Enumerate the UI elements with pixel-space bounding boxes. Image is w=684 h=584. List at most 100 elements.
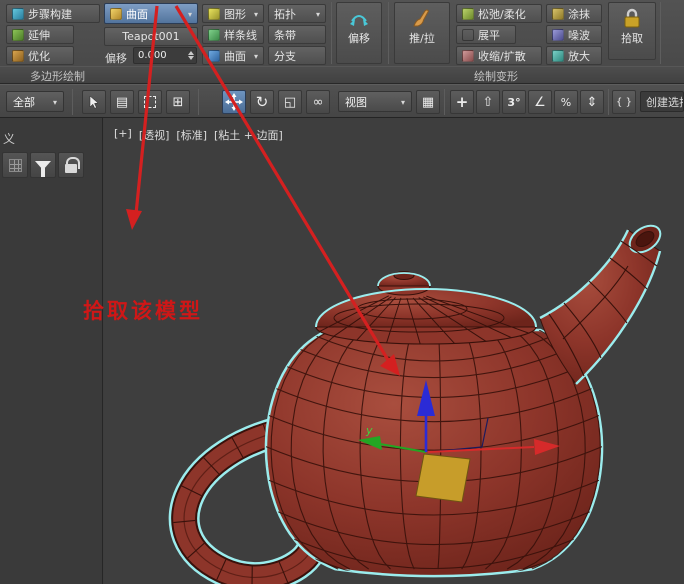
chevron-down-icon [401, 95, 405, 108]
selection-lock-toggle[interactable]: ⇧ [476, 90, 500, 114]
select-and-move-button[interactable] [222, 90, 246, 114]
spline-icon [208, 29, 220, 41]
surface-tool-icon [208, 50, 220, 62]
grid-icon [9, 159, 22, 172]
angle-snap-icon: ∠ [534, 95, 546, 110]
move-icon [225, 93, 243, 111]
rotate-icon: ↻ [256, 93, 269, 111]
named-selection-sets-button[interactable]: { } [612, 90, 636, 114]
toolbar-separator [608, 89, 609, 115]
reference-coordinate-dropdown[interactable]: 视图 [338, 91, 412, 112]
step-build-button[interactable]: 步骤构建 [6, 4, 100, 23]
marquee-rect-icon [144, 96, 156, 108]
snap-3d-icon: 3° [507, 96, 520, 109]
extend-button[interactable]: 延伸 [6, 25, 74, 44]
lock-selection-button[interactable] [58, 152, 84, 178]
viewport[interactable]: [+] [透视] [标准] [粘土 + 边面] y [104, 118, 684, 584]
lock-icon [65, 164, 77, 173]
up-arrow-icon: ⇧ [483, 95, 494, 110]
select-object-button[interactable] [82, 90, 106, 114]
paint-deform-panel-title: 绘制变形 [474, 68, 518, 84]
selection-filter-dropdown[interactable]: 全部 [6, 91, 64, 112]
list-icon: ▤ [116, 95, 128, 110]
branch-button[interactable]: 分支 [268, 46, 326, 65]
chevron-down-icon[interactable] [254, 49, 258, 62]
viewport-menu-shading[interactable]: [粘土 + 边面] [214, 127, 283, 143]
lock-icon [622, 7, 642, 29]
topology-button[interactable]: 拓扑 [268, 4, 326, 23]
chevron-down-icon[interactable] [316, 7, 320, 20]
teapot-model[interactable]: y [104, 118, 684, 584]
ribbon: 步骤构建 延伸 优化 曲面 Teapot001 偏移 0.000 图形 样条线 … [0, 0, 684, 84]
select-and-scale-button[interactable]: ◱ [278, 90, 302, 114]
selection-filter-button[interactable] [30, 152, 56, 178]
use-center-button[interactable]: ▦ [416, 90, 440, 114]
relax-soften-button[interactable]: 松弛/柔化 [456, 4, 542, 23]
spline-button[interactable]: 样条线 [202, 25, 264, 44]
3dsmax-window: { "ribbon": { "polydraw": { "title": "多边… [0, 0, 684, 584]
panel-titlebar [0, 66, 684, 83]
shape-button[interactable]: 图形 [202, 4, 264, 23]
spinner-arrows-icon[interactable] [188, 51, 194, 60]
viewport-menu-plus[interactable]: [+] [114, 127, 132, 143]
crossing-icon: ⊞ [173, 95, 184, 110]
push-pull-button[interactable]: 推/拉 [394, 2, 450, 64]
pinch-icon [462, 50, 474, 62]
exaggerate-button[interactable]: 放大 [546, 46, 602, 65]
noise-icon [552, 29, 564, 41]
extend-icon [12, 29, 24, 41]
flatten-button[interactable]: 展平 [456, 25, 516, 44]
pick-button[interactable]: 拾取 [608, 2, 656, 60]
panel-separator [660, 2, 661, 64]
shift-brush-button[interactable]: 偏移 [336, 2, 382, 64]
link-icon: ∞ [313, 95, 324, 110]
chevron-down-icon[interactable] [254, 7, 258, 20]
surface-tool-button[interactable]: 曲面 [202, 46, 264, 65]
viewport-menu-view[interactable]: [透视] [139, 127, 170, 143]
viewport-label: [+] [透视] [标准] [粘土 + 边面] [114, 127, 283, 143]
smudge-icon [552, 8, 564, 20]
funnel-icon [35, 161, 51, 170]
spinner-snap-icon: ⇕ [587, 95, 598, 110]
main-toolbar: 全部 ▤ ⊞ ↻ ◱ ∞ 视图 ▦ + [0, 84, 684, 118]
angle-snap-toggle[interactable]: ∠ [528, 90, 552, 114]
cursor-icon [87, 95, 101, 109]
svg-text:y: y [365, 424, 373, 437]
select-by-name-button[interactable]: ▤ [110, 90, 134, 114]
exaggerate-icon [552, 50, 564, 62]
panel-separator [331, 2, 332, 64]
display-grid-button[interactable] [2, 152, 28, 178]
optimize-button[interactable]: 优化 [6, 46, 74, 65]
noise-button[interactable]: 噪波 [546, 25, 602, 44]
select-and-rotate-button[interactable]: ↻ [250, 90, 274, 114]
pinch-spread-button[interactable]: 收缩/扩散 [456, 46, 542, 65]
picked-object-name[interactable]: Teapot001 [104, 27, 198, 46]
named-selection-field[interactable]: 创建选择 [640, 91, 684, 112]
select-and-link-button[interactable]: ∞ [306, 90, 330, 114]
shift-arrows-icon [348, 7, 370, 29]
left-sidebar: 义 [0, 118, 103, 584]
grid-icon: ▦ [422, 95, 434, 110]
toolbar-separator [72, 89, 73, 115]
rectangular-selection-button[interactable] [138, 90, 162, 114]
snap-3d-toggle[interactable]: 3° [502, 90, 526, 114]
window-crossing-toggle[interactable]: ⊞ [166, 90, 190, 114]
spinner-snap-toggle[interactable]: ⇕ [580, 90, 604, 114]
smudge-button[interactable]: 涂抹 [546, 4, 602, 23]
brush-icon [411, 7, 433, 29]
polydraw-panel-title: 多边形绘制 [30, 68, 85, 84]
relax-icon [462, 8, 474, 20]
offset-label: 偏移 [105, 50, 127, 66]
viewport-menu-renderer[interactable]: [标准] [176, 127, 207, 143]
scale-icon: ◱ [284, 95, 296, 110]
strips-button[interactable]: 条带 [268, 25, 326, 44]
step-build-icon [12, 8, 24, 20]
offset-spinner[interactable]: 0.000 [133, 47, 197, 64]
chevron-down-icon[interactable] [188, 7, 192, 20]
pivot-crosshair-button[interactable]: + [450, 90, 474, 114]
percent-snap-toggle[interactable]: % [554, 90, 578, 114]
surface-mode-button[interactable]: 曲面 [104, 3, 198, 24]
percent-snap-icon: % [561, 96, 571, 109]
shape-icon [208, 8, 220, 20]
toolbar-separator [444, 89, 445, 115]
